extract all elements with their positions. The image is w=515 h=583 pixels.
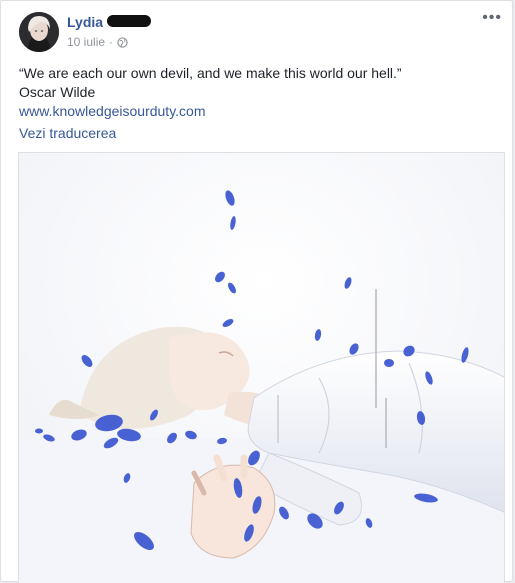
avatar-image: [19, 12, 59, 52]
anime-illustration: [19, 153, 504, 583]
date-separator: ·: [109, 35, 114, 49]
post-date[interactable]: 10 iulie: [67, 35, 105, 49]
redacted-surname: [107, 15, 151, 27]
quote-text: “We are each our own devil, and we make …: [19, 65, 402, 81]
more-options-icon[interactable]: •••: [482, 9, 502, 27]
avatar[interactable]: [19, 12, 59, 52]
quote-author: Oscar Wilde: [19, 84, 96, 100]
post-card: Lydia 10 iulie · ••• “We are each our ow…: [0, 0, 513, 583]
post-image[interactable]: [18, 152, 505, 583]
author-name[interactable]: Lydia: [67, 14, 103, 30]
see-translation-link[interactable]: Vezi traducerea: [19, 125, 116, 141]
globe-icon[interactable]: [117, 36, 128, 48]
post-text: “We are each our own devil, and we make …: [19, 64, 402, 121]
external-link[interactable]: www.knowledgeisourduty.com: [19, 102, 402, 121]
post-meta: 10 iulie ·: [67, 35, 128, 49]
